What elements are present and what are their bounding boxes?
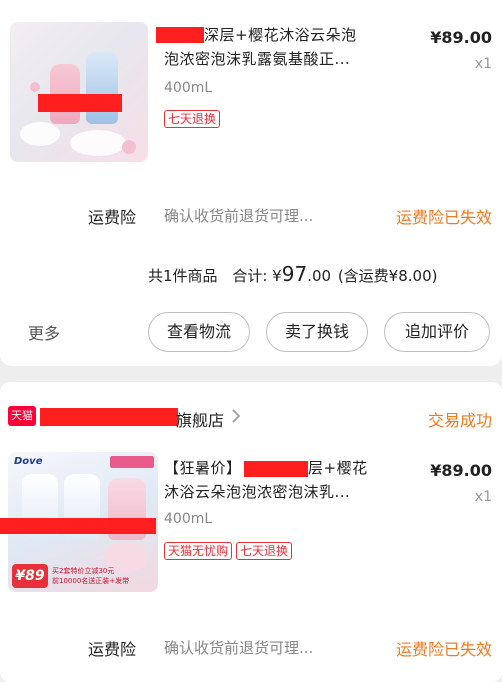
product-price: ¥89.00: [430, 28, 492, 47]
shipping-insurance-label: 运费险: [88, 208, 137, 227]
shipping-insurance-status: 运费险已失效: [395, 640, 492, 659]
brand-logo: Dove: [14, 456, 43, 467]
product-thumbnail[interactable]: [10, 22, 148, 162]
seven-day-return-tag: 七天退换: [236, 542, 293, 560]
product-quantity: x1: [474, 56, 492, 72]
promo-banner-graphic: [110, 456, 154, 468]
product-title-line2[interactable]: 泡浓密泡沫乳露氨基酸正...: [164, 48, 394, 70]
order-card-1: 深层+樱花沐浴云朵泡 泡浓密泡沫乳露氨基酸正... ¥89.00 x1 400m…: [0, 0, 502, 366]
price-badge: ¥89: [12, 564, 48, 588]
product-title-line1-tail[interactable]: 层+樱花: [308, 457, 398, 479]
bottle-blue-graphic: [86, 52, 118, 124]
chevron-right-icon[interactable]: [230, 406, 242, 426]
order-status: 交易成功: [427, 411, 492, 430]
shipping-insurance-desc[interactable]: 确认收货前退货可理...: [164, 205, 313, 226]
service-tags: 天猫无忧购 七天退换: [164, 540, 296, 560]
product-price: ¥89.00: [430, 461, 492, 480]
product-title-line1[interactable]: 深层+樱花沐浴云朵泡: [204, 24, 394, 46]
total-amount-decimal: .00: [307, 267, 332, 285]
product-quantity: x1: [474, 489, 492, 505]
seven-day-return-tag: 七天退换: [164, 110, 221, 128]
redaction-mark: [0, 518, 156, 534]
total-amount-integer: 97: [281, 262, 308, 286]
shipping-insurance-status: 运费险已失效: [395, 208, 492, 227]
promo-text-2: 前10000名送正装+发带: [52, 577, 130, 585]
flower-graphic: [122, 140, 136, 154]
redaction-mark: [40, 408, 178, 426]
product-title-line2[interactable]: 沐浴云朵泡泡浓密泡沫乳...: [164, 481, 394, 503]
view-logistics-button[interactable]: 查看物流: [148, 312, 250, 352]
promo-text-1: 买2套特价立减30元: [52, 567, 115, 575]
redaction-mark: [156, 27, 204, 43]
redaction-mark: [244, 461, 308, 477]
product-spec: 400mL: [164, 80, 213, 96]
flower-graphic: [30, 82, 40, 92]
shipping-insurance-label: 运费险: [88, 640, 137, 659]
store-name[interactable]: 旗舰店: [176, 407, 224, 431]
redaction-mark: [38, 94, 122, 112]
foam-graphic: [20, 122, 60, 146]
foam-graphic: [70, 130, 126, 156]
shipping-fee-note: (含运费¥8.00): [337, 267, 438, 285]
more-actions-link[interactable]: 更多: [28, 320, 60, 344]
resell-button[interactable]: 卖了换钱: [266, 312, 368, 352]
item-count: 共1件商品: [148, 267, 218, 285]
total-label: 合计:: [232, 267, 268, 285]
service-tags: 七天退换: [164, 108, 224, 128]
shipping-insurance-desc[interactable]: 确认收货前退货可理...: [164, 637, 313, 658]
total-currency: ¥: [272, 267, 282, 285]
tmall-badge: 天猫: [8, 406, 36, 426]
order-summary: 共1件商品 合计: ¥97.00 (含运费¥8.00): [148, 262, 437, 286]
product-spec: 400mL: [164, 511, 213, 527]
tmall-worry-free-tag: 天猫无忧购: [164, 542, 233, 560]
product-title-prefix[interactable]: 【狂暑价】: [164, 457, 254, 479]
add-review-button[interactable]: 追加评价: [384, 312, 490, 352]
